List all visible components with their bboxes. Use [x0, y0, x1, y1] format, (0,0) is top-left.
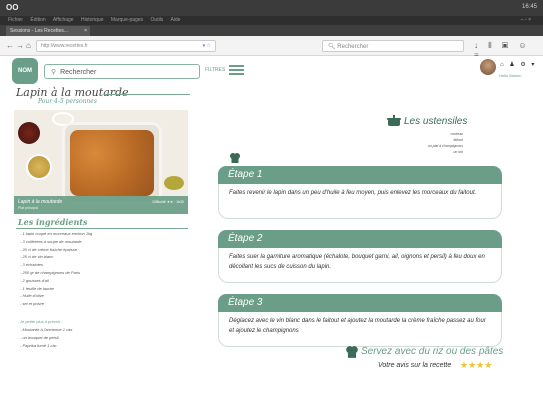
site-search-placeholder: Rechercher	[60, 69, 97, 76]
step-2-text: Faites suer la garniture aromatique (éch…	[218, 248, 502, 283]
ingredient-item: - 3 cuillerées à soupe de moutarde	[20, 238, 82, 244]
browser-search-input[interactable]: 🔍︎ Rechercher	[322, 40, 464, 52]
extras-title: Je petite plus à prévoir :	[20, 319, 63, 324]
step-1-header: Étape 1	[218, 166, 502, 184]
filter-link[interactable]: FILTRES	[205, 67, 225, 73]
review-label: Votre avis sur la recette	[378, 362, 452, 369]
navigation-bar: ← → ⌂ http://www.recettes.fr ▾ ☆ 🔍︎ Rech…	[0, 36, 543, 60]
rating-stars[interactable]: ★★★★	[460, 360, 492, 371]
site-search-input[interactable]: ⚲ Rechercher	[44, 64, 200, 79]
browser-tab[interactable]: Sessions - Les Recettes... ×	[6, 26, 90, 36]
step-2-header: Étape 2	[218, 230, 502, 248]
menu-item-edit[interactable]: Édition	[30, 17, 45, 23]
herb-garnish	[164, 176, 184, 190]
site-logo[interactable]: NOM	[12, 58, 38, 84]
extra-item: - un bouquet de persil	[20, 335, 59, 340]
photo-caption: Lapin à la moutarde Plat principal Diffi…	[14, 196, 188, 214]
os-clock: 16:45	[521, 4, 537, 10]
ingredient-item: - 2 gousses d'ail	[20, 277, 49, 283]
search-icon: 🔍︎	[328, 44, 336, 50]
ingredient-item: - Huile d'olive	[20, 293, 44, 299]
ingredient-item: - 25 cl de vin blanc	[20, 254, 54, 260]
avatar[interactable]	[480, 59, 496, 75]
step-3-header: Étape 3	[218, 294, 502, 312]
window-controls[interactable]: – ▫ ×	[521, 16, 531, 25]
serving-suggestion: Servez avec du riz ou des pâtes	[361, 346, 504, 357]
close-icon[interactable]: ×	[84, 28, 87, 34]
chef-hat-icon	[346, 346, 358, 358]
title-divider	[104, 94, 190, 95]
utensils-list: couteau faitout un plat à champignons un…	[428, 131, 463, 155]
utensils-title: Les ustensiles	[404, 116, 468, 127]
user-name[interactable]: Hello Marion	[499, 73, 521, 78]
url-text: http://www.recettes.fr	[41, 43, 88, 49]
search-icon: ⚲	[51, 69, 57, 76]
url-bar[interactable]: http://www.recettes.fr ▾ ☆	[36, 40, 216, 52]
step-3-text: Déglacez avec le vin blanc dans le faito…	[218, 312, 502, 347]
ingredient-item: - sel et poivre	[20, 301, 45, 307]
browser-search-placeholder: Rechercher	[337, 44, 369, 50]
ingredients-divider	[16, 228, 188, 229]
caption-subtitle: Plat principal	[18, 206, 39, 210]
extra-item: - Moutarde à l'ancienne 1 càs	[20, 327, 73, 332]
ingredient-item: - 1 feuille de laurier	[20, 285, 55, 291]
ingredients-list: - 1 lapin coupé en morceaux environ 1kg …	[20, 230, 92, 308]
extras-list: - Moutarde à l'ancienne 1 càs - un bouqu…	[20, 326, 72, 350]
ingredient-item: - 3 échalotes	[20, 262, 43, 268]
menu-item-file[interactable]: Fichier	[8, 17, 23, 23]
menu-item-help[interactable]: Aide	[170, 17, 180, 23]
menu-item-bookmarks[interactable]: Marque-pages	[111, 17, 143, 23]
forward-icon[interactable]: →	[16, 41, 24, 50]
ingredient-item: - 20 cl de crème fraîche épaisse	[20, 246, 77, 252]
browser-menu-bar: Fichier Édition Affichage Historique Mar…	[0, 16, 543, 25]
menu-icon[interactable]	[229, 65, 244, 76]
tab-strip: Sessions - Les Recettes... ×	[0, 25, 543, 36]
home-icon[interactable]: ⌂	[26, 41, 31, 50]
caption-details: Difficulté ★★ · 1h30	[152, 200, 184, 204]
mustard-bowl	[26, 154, 52, 180]
back-icon[interactable]: ←	[6, 41, 14, 50]
extra-item: - Paprika fumé 1 càc	[20, 343, 57, 348]
step-1-text: Faites revenir le lapin dans un peu d'hu…	[218, 184, 502, 219]
servings: Pour 4-5 personnes	[38, 98, 97, 105]
os-logo: OO	[6, 3, 19, 12]
spice-bowl	[18, 122, 40, 144]
os-top-bar: OO 16:45	[0, 0, 543, 16]
site-header: NOM ⚲ Rechercher FILTRES ⌂ ♟ ⚙ ▾ Hello M…	[0, 56, 543, 84]
bookmark-star-icon[interactable]: ▾ ☆	[203, 43, 211, 49]
recipe-photo: Lapin à la moutarde Plat principal Diffi…	[14, 110, 188, 214]
ingredients-title: Les ingrédients	[18, 217, 88, 227]
ingredient-item: - 250 gr de champignons de Paris	[20, 269, 81, 275]
menu-item-view[interactable]: Affichage	[53, 17, 74, 23]
ingredient-item: - 1 lapin coupé en morceaux environ 1kg	[20, 231, 93, 236]
utensil-item: un bol	[453, 150, 463, 154]
rabbit-dish	[70, 130, 154, 196]
menu-item-tools[interactable]: Outils	[151, 17, 164, 23]
pot-icon	[387, 115, 401, 126]
header-icons[interactable]: ⌂ ♟ ⚙ ▾	[500, 61, 536, 68]
tab-title: Sessions - Les Recettes...	[10, 28, 69, 34]
menu-item-history[interactable]: Historique	[81, 17, 104, 23]
chef-hat-icon	[230, 153, 240, 163]
